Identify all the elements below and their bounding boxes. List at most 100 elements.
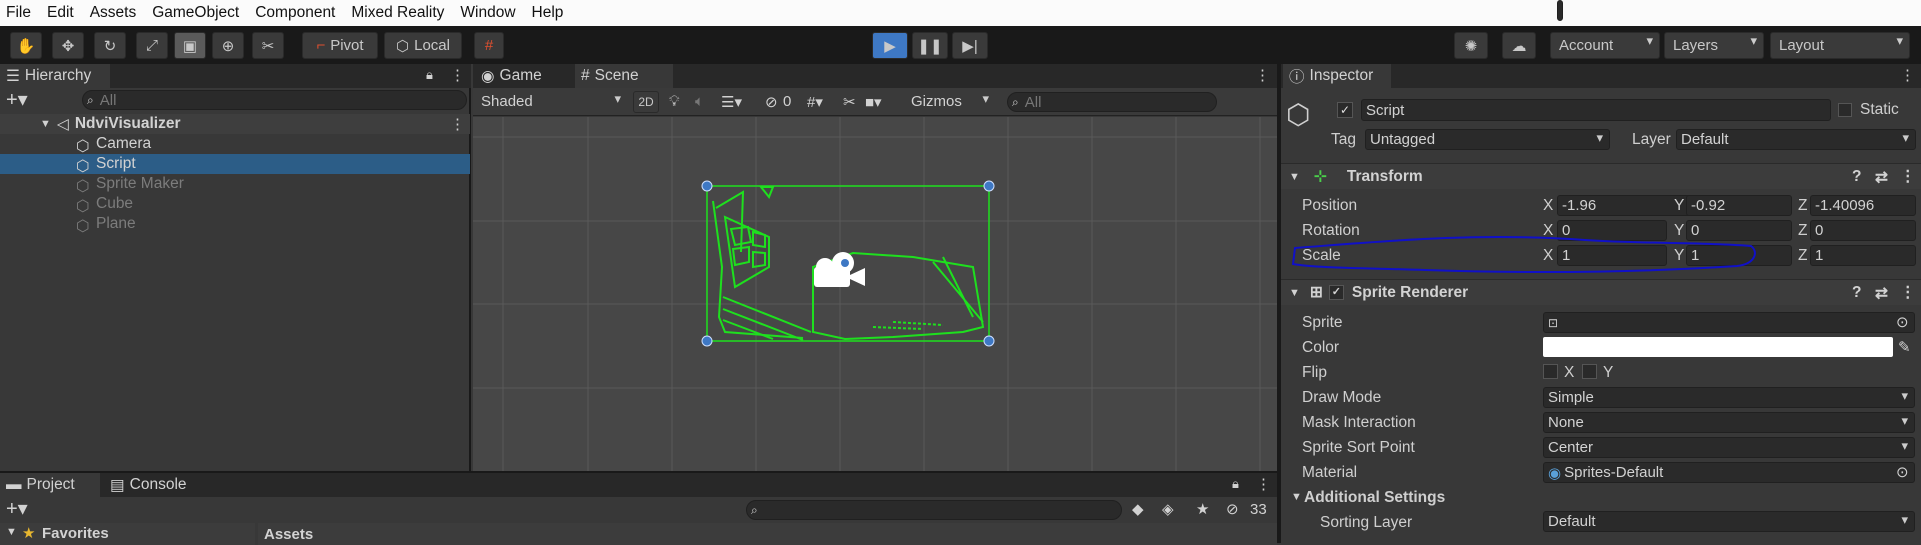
lock-icon[interactable]: 🔒︎	[426, 67, 433, 83]
menu-help[interactable]: Help	[532, 4, 564, 22]
add-object-button[interactable]: +▾	[6, 90, 28, 110]
preset-icon[interactable]: ⇄	[1875, 168, 1888, 187]
static-checkbox[interactable]	[1838, 103, 1852, 117]
object-picker-icon[interactable]: ⊙	[1896, 313, 1909, 331]
mask-interaction-dropdown[interactable]: None	[1543, 412, 1915, 433]
transform-tool-icon[interactable]: ⊕	[212, 32, 244, 59]
sprite-renderer-header[interactable]: ▼ ⊞ ✓ Sprite Renderer ? ⇄ ⋮	[1281, 279, 1921, 305]
scene-view[interactable]	[473, 117, 1277, 471]
flip-x-checkbox[interactable]	[1543, 364, 1558, 379]
component-menu-icon[interactable]: ⋮	[1900, 283, 1916, 302]
pivot-button[interactable]: ⌐ Pivot	[302, 32, 378, 59]
rect-tool-icon[interactable]: ▣	[174, 32, 206, 59]
tab-game[interactable]: ◉ Game	[475, 64, 573, 88]
active-checkbox[interactable]: ✓	[1337, 102, 1353, 118]
scene-menu-icon[interactable]: ⋮	[1255, 66, 1270, 84]
menu-gameobject[interactable]: GameObject	[152, 4, 239, 22]
tab-hierarchy[interactable]: ☰ Hierarchy	[0, 64, 110, 88]
tab-console[interactable]: ▤ Console	[104, 473, 204, 497]
menu-component[interactable]: Component	[255, 4, 335, 22]
shading-dropdown[interactable]: Shaded	[477, 91, 627, 112]
grid-snap-icon[interactable]: #	[474, 32, 504, 59]
rotate-tool-icon[interactable]: ↻	[94, 32, 126, 59]
sprite-field[interactable]: ⊡	[1543, 312, 1915, 333]
scene-menu-icon[interactable]: ⋮	[450, 115, 465, 133]
toggle-2d-button[interactable]: 2D	[633, 91, 659, 113]
create-asset-button[interactable]: +▾	[6, 499, 28, 519]
favorites-row[interactable]: ▼ ★ Favorites	[0, 523, 255, 545]
menu-file[interactable]: File	[6, 4, 31, 22]
help-icon[interactable]: ?	[1852, 284, 1861, 302]
menu-edit[interactable]: Edit	[47, 4, 74, 22]
hierarchy-search-input[interactable]: ⌕ All	[82, 90, 467, 110]
effects-icon[interactable]: ☰▾	[721, 93, 742, 111]
hierarchy-menu-icon[interactable]: ⋮	[450, 66, 465, 84]
filter-type-icon[interactable]: ◆	[1132, 500, 1144, 518]
filter-label-icon[interactable]: ◈	[1162, 500, 1174, 518]
tab-project[interactable]: ▬ Project	[0, 473, 100, 497]
expand-arrow-icon[interactable]: ▼	[1291, 491, 1302, 503]
color-swatch[interactable]	[1543, 337, 1893, 357]
hierarchy-item-script[interactable]: ⬡ Script	[0, 154, 470, 175]
gizmos-dropdown[interactable]: Gizmos	[907, 91, 995, 112]
hierarchy-item-plane[interactable]: ⬡ Plane	[0, 214, 470, 235]
hierarchy-root-scene[interactable]: ▼ ◁ NdviVisualizer	[0, 114, 470, 134]
cloud-icon[interactable]: ☁	[1502, 32, 1536, 59]
hand-tool-icon[interactable]: ✋	[10, 32, 42, 59]
position-x-field[interactable]: -1.96	[1557, 195, 1691, 216]
flip-y-checkbox[interactable]	[1582, 364, 1597, 379]
position-y-field[interactable]: -0.92	[1686, 195, 1792, 216]
sorting-layer-dropdown[interactable]: Default	[1543, 511, 1915, 532]
menu-mixed-reality[interactable]: Mixed Reality	[351, 4, 444, 22]
material-field[interactable]: ◉ Sprites-Default	[1543, 462, 1915, 483]
hidden-objects-icon[interactable]: ⊘	[765, 93, 778, 111]
layer-dropdown[interactable]: Default	[1676, 129, 1916, 150]
expand-arrow-icon[interactable]: ▼	[6, 526, 17, 538]
move-tool-icon[interactable]: ✥	[52, 32, 84, 59]
menu-window[interactable]: Window	[460, 4, 515, 22]
audio-icon[interactable]: 🔈︎	[695, 93, 704, 110]
layout-dropdown[interactable]: Layout	[1770, 32, 1910, 59]
tab-scene[interactable]: # Scene	[575, 64, 673, 88]
draw-mode-dropdown[interactable]: Simple	[1543, 387, 1915, 408]
grid-visibility-icon[interactable]: #▾	[807, 93, 823, 111]
menu-assets[interactable]: Assets	[90, 4, 137, 22]
collab-icon[interactable]: ✺	[1454, 32, 1488, 59]
object-picker-icon[interactable]: ⊙	[1896, 463, 1909, 481]
gameobject-cube-icon[interactable]: ⬡	[1286, 98, 1310, 131]
tab-inspector[interactable]: ⓘ Inspector	[1283, 64, 1391, 88]
scale-z-field[interactable]: 1	[1810, 245, 1916, 266]
expand-arrow-icon[interactable]: ▼	[40, 118, 51, 130]
inspector-menu-icon[interactable]: ⋮	[1900, 66, 1915, 84]
assets-breadcrumb-label[interactable]: Assets	[264, 526, 313, 543]
preset-icon[interactable]: ⇄	[1875, 284, 1888, 303]
project-menu-icon[interactable]: ⋮	[1256, 475, 1271, 493]
local-button[interactable]: ⬡ Local	[384, 32, 462, 59]
help-icon[interactable]: ?	[1852, 168, 1861, 186]
component-menu-icon[interactable]: ⋮	[1900, 167, 1916, 186]
custom-tool-icon[interactable]: ✂	[252, 32, 284, 59]
favorite-star-icon[interactable]: ★	[1196, 500, 1209, 518]
eyedropper-icon[interactable]: ✎	[1898, 338, 1911, 356]
hidden-packages-icon[interactable]: ⊘	[1226, 500, 1239, 518]
position-x-field[interactable]	[1557, 0, 1563, 21]
position-z-field[interactable]: -1.40096	[1810, 195, 1916, 216]
hierarchy-item-camera[interactable]: ⬡ Camera	[0, 134, 470, 155]
scene-search-input[interactable]: ⌕ All	[1007, 92, 1217, 112]
sprite-renderer-enabled-checkbox[interactable]: ✓	[1328, 285, 1344, 300]
camera-icon[interactable]: ■▾	[865, 93, 882, 111]
rotation-z-field[interactable]: 0	[1810, 220, 1916, 241]
expand-arrow-icon[interactable]: ▼	[1289, 287, 1300, 299]
expand-arrow-icon[interactable]: ▼	[1289, 171, 1300, 183]
lock-icon[interactable]: 🔒︎	[1232, 476, 1239, 492]
object-name-input[interactable]: Script	[1361, 99, 1831, 121]
transform-header[interactable]: ▼ ⊹ Transform ? ⇄ ⋮	[1281, 163, 1921, 189]
tag-dropdown[interactable]: Untagged	[1365, 129, 1610, 150]
lighting-icon[interactable]: 💡︎	[669, 93, 680, 110]
tools-icon[interactable]: ✂	[843, 93, 856, 111]
scale-tool-icon[interactable]: ⤢	[136, 32, 168, 59]
account-dropdown[interactable]: Account	[1550, 32, 1660, 59]
hierarchy-item-cube[interactable]: ⬡ Cube	[0, 194, 470, 215]
step-button[interactable]: ▶|	[952, 32, 988, 59]
pause-button[interactable]: ❚❚	[912, 32, 948, 59]
